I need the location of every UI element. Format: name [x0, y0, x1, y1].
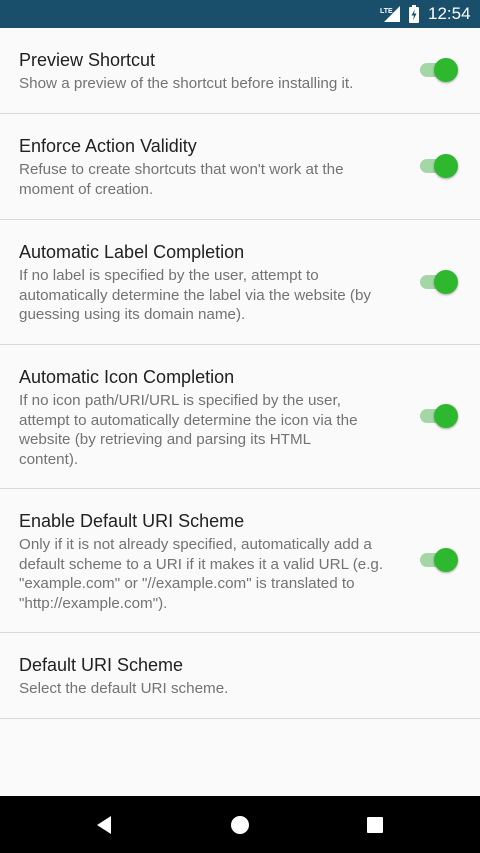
- switch-thumb: [434, 548, 458, 572]
- switch-thumb: [434, 404, 458, 428]
- pref-summary: Show a preview of the shortcut before in…: [19, 75, 354, 92]
- network-label: LTE: [380, 8, 393, 15]
- pref-summary: If no label is specified by the user, at…: [19, 267, 372, 324]
- battery-charging-icon: [409, 5, 419, 23]
- back-icon[interactable]: [91, 812, 117, 838]
- pref-title: Automatic Icon Completion: [19, 367, 235, 387]
- automatic-icon-completion-switch[interactable]: [420, 403, 458, 429]
- pref-preview-shortcut[interactable]: Preview Shortcut Show a preview of the s…: [0, 28, 480, 114]
- pref-automatic-label-completion[interactable]: Automatic Label Completion If no label i…: [0, 220, 480, 345]
- pref-enable-default-uri-scheme[interactable]: Enable Default URI Scheme Only if it is …: [0, 489, 480, 633]
- recents-icon[interactable]: [362, 812, 388, 838]
- pref-enforce-action-validity[interactable]: Enforce Action Validity Refuse to create…: [0, 114, 480, 220]
- lte-signal-icon: LTE: [380, 6, 400, 22]
- switch-thumb: [434, 270, 458, 294]
- status-bar: LTE 12:54: [0, 0, 480, 28]
- pref-summary: If no icon path/URI/URL is specified by …: [19, 392, 358, 468]
- pref-summary: Only if it is not already specified, aut…: [19, 536, 384, 612]
- automatic-label-completion-switch[interactable]: [420, 269, 458, 295]
- enable-default-uri-scheme-switch[interactable]: [420, 547, 458, 573]
- pref-automatic-icon-completion[interactable]: Automatic Icon Completion If no icon pat…: [0, 345, 480, 489]
- pref-title: Preview Shortcut: [19, 50, 156, 70]
- home-icon[interactable]: [227, 812, 253, 838]
- pref-default-uri-scheme[interactable]: Default URI Scheme Select the default UR…: [0, 633, 480, 719]
- preview-shortcut-switch[interactable]: [420, 57, 458, 83]
- pref-title: Enforce Action Validity: [19, 136, 197, 156]
- pref-title: Enable Default URI Scheme: [19, 511, 245, 531]
- status-time: 12:54: [428, 4, 471, 23]
- pref-title: Automatic Label Completion: [19, 242, 245, 262]
- enforce-action-validity-switch[interactable]: [420, 153, 458, 179]
- switch-thumb: [434, 154, 458, 178]
- pref-summary: Refuse to create shortcuts that won't wo…: [19, 161, 344, 198]
- pref-summary: Select the default URI scheme.: [19, 680, 229, 697]
- switch-thumb: [434, 58, 458, 82]
- navigation-bar: [0, 796, 480, 853]
- pref-title: Default URI Scheme: [19, 655, 184, 675]
